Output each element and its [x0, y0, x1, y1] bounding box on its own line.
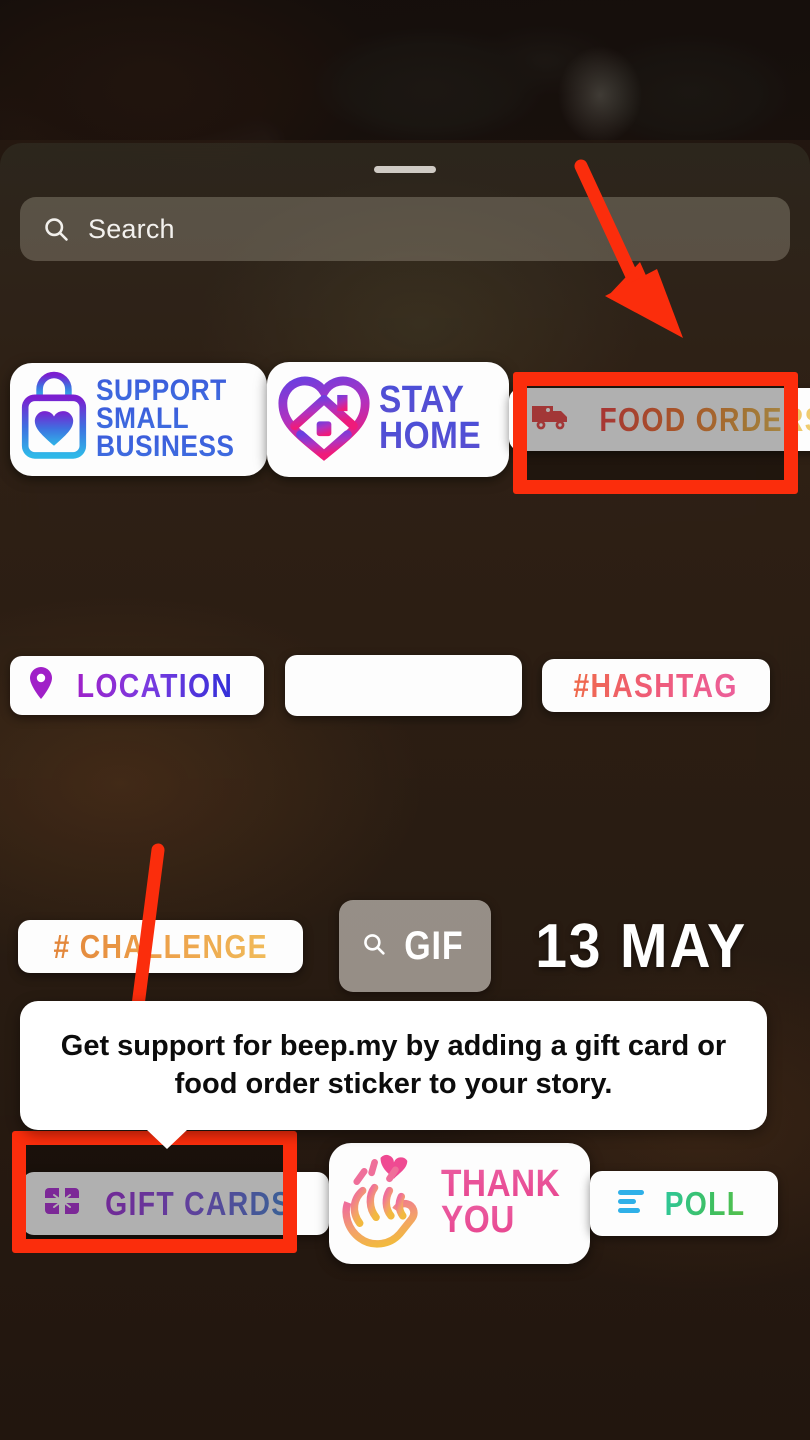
heart-house-icon	[275, 370, 373, 469]
search-input[interactable]: Search	[20, 197, 790, 261]
sticker-gift-cards[interactable]: GIFT CARDS	[22, 1172, 329, 1235]
search-icon	[361, 931, 387, 962]
sticker-label: #HASHTAG	[574, 669, 738, 702]
gift-box-icon	[44, 1186, 80, 1221]
story-sticker-tray-screen: Search SUPPORT SMALL	[0, 0, 810, 1440]
sticker-tray-sheet: Search SUPPORT SMALL	[0, 143, 810, 1440]
shopping-bag-heart-icon	[18, 371, 90, 468]
tooltip-tail	[146, 1129, 188, 1149]
sticker-label: GIF	[404, 924, 463, 969]
sticker-row-4: GIFT CARDS	[0, 1143, 810, 1263]
sticker-support-small-business[interactable]: SUPPORT SMALL BUSINESS	[10, 363, 267, 476]
sticker-label: GIFT CARDS	[105, 1187, 291, 1220]
search-placeholder: Search	[88, 214, 175, 245]
sticker-challenge[interactable]: # CHALLENGE	[18, 920, 303, 973]
sticker-poll[interactable]: POLL	[590, 1171, 778, 1236]
sticker-row-3: # CHALLENGE GIF 13 MAY	[0, 891, 810, 1001]
sticker-label: POLL	[665, 1187, 746, 1220]
sticker-line: SUPPORT	[96, 377, 234, 405]
sticker-stay-home[interactable]: STAY HOME	[267, 362, 509, 477]
poll-bars-icon	[616, 1187, 648, 1220]
sticker-gif[interactable]: GIF	[339, 900, 491, 992]
clapping-hands-heart-icon	[335, 1149, 435, 1258]
sticker-mention[interactable]: @MENTION	[285, 655, 521, 716]
sticker-line: YOU	[441, 1203, 560, 1239]
sticker-label: LOCATION	[77, 669, 233, 702]
sticker-label: @MENTION	[319, 669, 488, 702]
sticker-hashtag[interactable]: #HASHTAG	[542, 659, 769, 712]
delivery-truck-icon	[531, 402, 571, 437]
sticker-thank-you[interactable]: THANK YOU	[329, 1143, 590, 1264]
sticker-line: SMALL	[96, 405, 234, 433]
tooltip-text: Get support for beep.my by adding a gift…	[50, 1027, 737, 1104]
sticker-row-2: LOCATION @MENTION #HASHTAG	[0, 635, 810, 735]
sticker-date[interactable]: 13 MAY	[535, 911, 747, 982]
sticker-location[interactable]: LOCATION	[10, 656, 264, 715]
sticker-food-orders[interactable]: FOOD ORDERS	[509, 388, 810, 451]
map-pin-icon	[28, 666, 54, 705]
sticker-label: # CHALLENGE	[53, 930, 267, 963]
sticker-line: THANK	[441, 1167, 560, 1203]
support-tooltip: Get support for beep.my by adding a gift…	[20, 1001, 767, 1130]
sticker-row-1: SUPPORT SMALL BUSINESS	[0, 349, 810, 489]
sticker-label: FOOD ORDERS	[600, 403, 810, 436]
sticker-line: BUSINESS	[96, 433, 234, 461]
search-icon	[42, 215, 70, 243]
tray-drag-handle[interactable]	[374, 166, 436, 173]
sticker-line: STAY	[379, 383, 481, 419]
sticker-line: HOME	[379, 419, 481, 455]
